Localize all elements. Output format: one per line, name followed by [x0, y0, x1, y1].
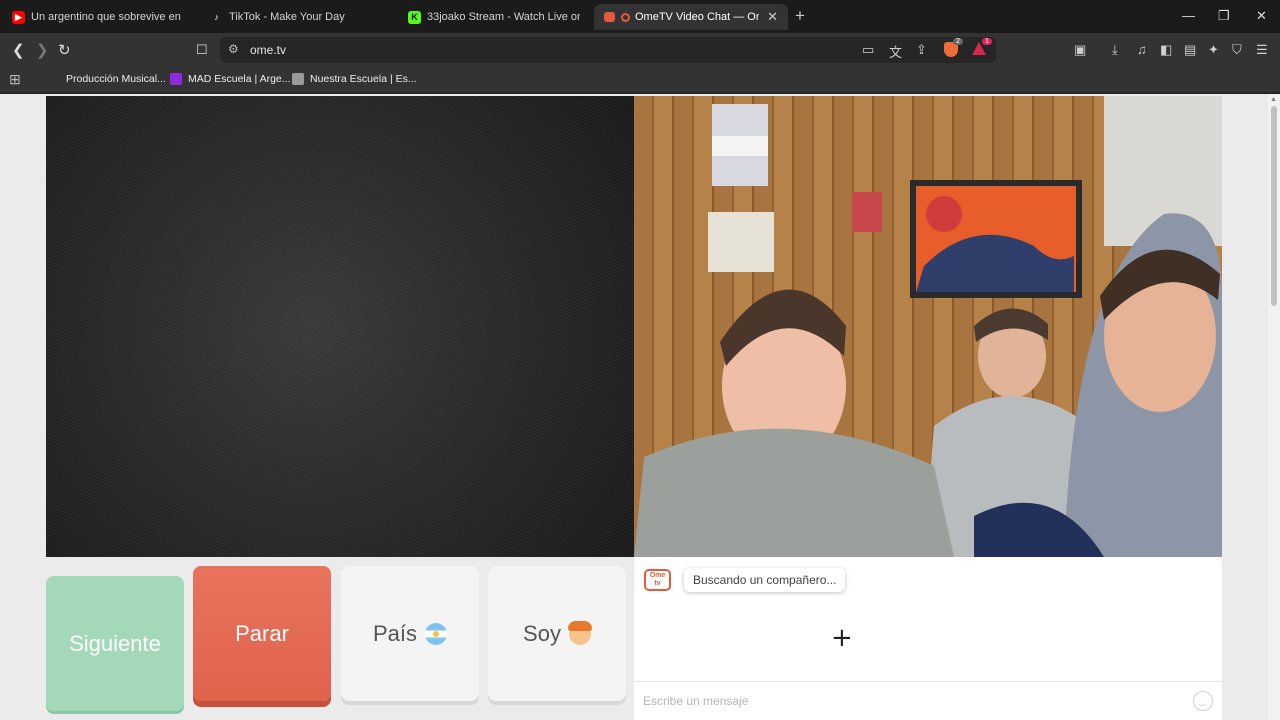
- media-icon[interactable]: ♫: [1137, 42, 1147, 57]
- tab-title: TikTok - Make Your Day: [229, 11, 345, 23]
- new-tab-button[interactable]: +: [795, 6, 805, 26]
- ometv-logo-icon: Ome tv: [644, 569, 671, 591]
- tiktok-icon: ♪: [214, 12, 219, 22]
- tab-tiktok[interactable]: ♪ TikTok - Make Your Day: [200, 4, 390, 30]
- webcam-scene: [634, 96, 1222, 557]
- kick-icon: K: [408, 10, 421, 24]
- bookmark-label: Nuestra Escuela | Es...: [310, 73, 417, 85]
- vpn-icon[interactable]: ⛉: [1232, 42, 1242, 58]
- bookmark-icon[interactable]: ☐: [196, 42, 208, 58]
- chat-panel: Ome tv Buscando un compañero... +: [634, 557, 1222, 720]
- address-bar[interactable]: ⚙ ome.tv: [220, 37, 996, 63]
- argentina-flag-icon: [425, 622, 448, 645]
- school-icon: [292, 73, 304, 85]
- emoji-icon[interactable]: [1193, 691, 1213, 711]
- scroll-up-icon[interactable]: ▲: [1270, 96, 1277, 103]
- country-label: País: [372, 620, 418, 646]
- url-text: ome.tv: [250, 43, 287, 57]
- gender-label: Soy: [523, 620, 561, 646]
- menu-icon[interactable]: ☰: [1256, 42, 1268, 58]
- tab-title: 33joako Stream - Watch Live on Kick: [427, 11, 580, 23]
- stop-button[interactable]: Parar: [193, 566, 331, 701]
- apps-grid-icon[interactable]: ⊞: [9, 71, 21, 88]
- wallet-icon[interactable]: ▤: [1184, 42, 1196, 58]
- maximize-icon[interactable]: ❐: [1218, 8, 1230, 24]
- tab-strip: ▶ Un argentino que sobrevive en Japón ♪ …: [0, 0, 1280, 33]
- bookmark-item[interactable]: MAD Escuela | Arge...: [170, 73, 291, 85]
- bookmarks-bar: ⊞ Producción Musical... MAD Escuela | Ar…: [0, 67, 1280, 93]
- status-text: Buscando un compañero...: [693, 573, 837, 587]
- status-message: Buscando un compañero...: [684, 568, 846, 592]
- message-bar: [634, 681, 1222, 720]
- shields-badge: 2: [953, 38, 963, 45]
- next-button[interactable]: Siguiente: [46, 576, 184, 711]
- extensions-icon[interactable]: ▣: [1074, 42, 1086, 58]
- ometv-page: Siguiente Parar País Soy Ome tv Buscando…: [0, 94, 1268, 720]
- tab-title: OmeTV Video Chat — Omegle: [635, 11, 759, 23]
- share-icon[interactable]: ⇪: [916, 42, 927, 58]
- download-icon[interactable]: ⤓: [1112, 42, 1118, 58]
- toolbar: ❮ ❯ ↻ ☐ ⚙ ome.tv ▭ 文 ⇪ 2 1 ▣ ⤓ ♫ ◧ ▤ ✦ ⛉…: [0, 33, 1280, 67]
- gender-button[interactable]: Soy: [488, 566, 626, 701]
- poster: [708, 212, 774, 272]
- next-label: Siguiente: [69, 630, 161, 656]
- recording-icon: [621, 12, 630, 22]
- bookmark-item[interactable]: Nuestra Escuela | Es...: [292, 73, 417, 85]
- translate-icon[interactable]: 文: [889, 42, 902, 61]
- partner-video: [46, 96, 634, 557]
- back-icon[interactable]: ❮: [12, 41, 25, 59]
- ometv-icon: [604, 12, 615, 22]
- painting-sun: [926, 196, 962, 232]
- forward-icon[interactable]: ❯: [36, 41, 49, 59]
- cursor-crosshair-icon: +: [831, 623, 853, 653]
- sidebar-icon[interactable]: ◧: [1160, 42, 1172, 58]
- message-input[interactable]: [643, 690, 1183, 712]
- scrollbar-thumb[interactable]: [1271, 106, 1277, 306]
- youtube-icon: ▶: [12, 10, 25, 24]
- bookmark-label: MAD Escuela | Arge...: [188, 73, 291, 85]
- page-scrollbar[interactable]: ▲: [1268, 94, 1280, 720]
- reload-icon[interactable]: ↻: [58, 41, 71, 59]
- bookmark-item[interactable]: Producción Musical...: [48, 73, 166, 85]
- self-video: [634, 96, 1222, 557]
- stop-label: Parar: [235, 620, 289, 646]
- mad-icon: [170, 73, 182, 85]
- site-settings-icon[interactable]: ⚙: [228, 42, 239, 56]
- tab-title: Un argentino que sobrevive en Japón: [31, 11, 182, 23]
- cast-icon[interactable]: ▭: [862, 42, 874, 58]
- tab-kick[interactable]: K 33joako Stream - Watch Live on Kick: [398, 4, 590, 30]
- country-button[interactable]: País: [341, 566, 479, 701]
- leo-ai-icon[interactable]: ✦: [1208, 42, 1219, 58]
- tab-ometv[interactable]: OmeTV Video Chat — Omegle ✕: [594, 4, 788, 30]
- person-shirt: [634, 428, 954, 557]
- close-tab-icon[interactable]: ✕: [767, 9, 778, 25]
- poster-strip: [712, 136, 768, 156]
- boy-avatar-icon: [567, 620, 592, 645]
- close-window-icon[interactable]: ✕: [1256, 8, 1267, 24]
- poster: [852, 192, 882, 232]
- rewards-badge: 1: [982, 38, 992, 45]
- logo-text: Ome tv: [649, 572, 666, 587]
- music-bookmark-icon: [48, 73, 60, 85]
- minimize-icon[interactable]: —: [1182, 8, 1195, 23]
- tab-youtube[interactable]: ▶ Un argentino que sobrevive en Japón: [2, 4, 192, 30]
- bookmark-label: Producción Musical...: [66, 73, 166, 85]
